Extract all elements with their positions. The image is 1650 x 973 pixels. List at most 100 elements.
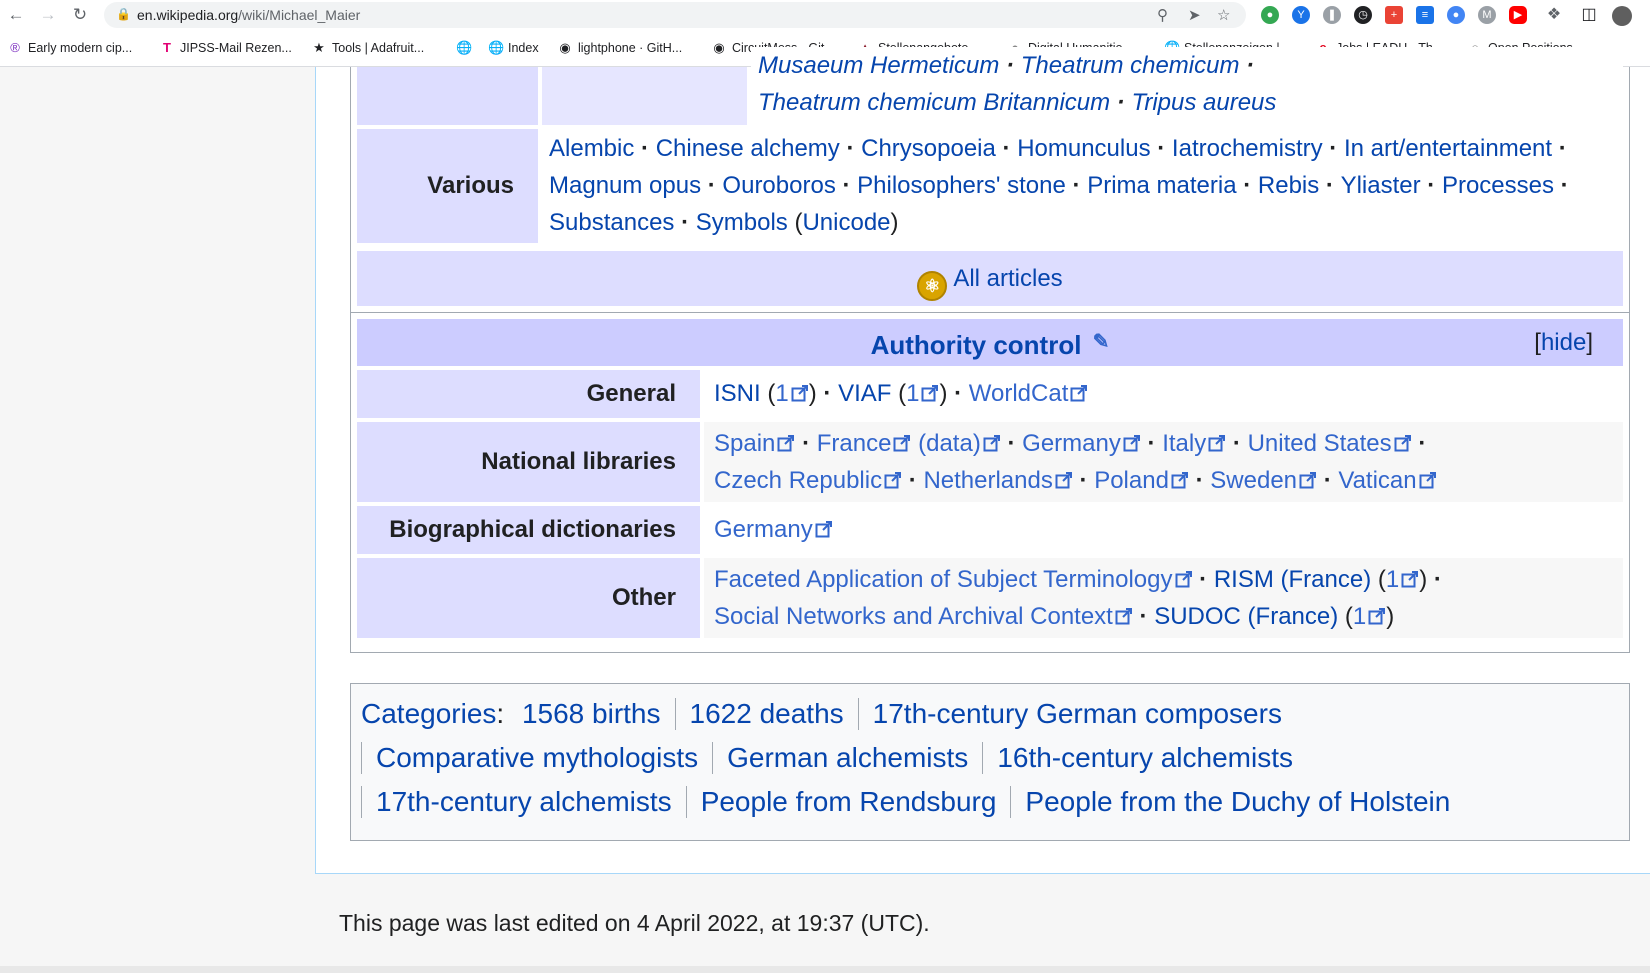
national-library-link[interactable]: United States xyxy=(1248,430,1392,457)
navbox-link[interactable]: Theatrum chemicum Britannicum xyxy=(758,89,1110,116)
clock-icon[interactable]: ◷ xyxy=(1354,6,1372,24)
national-library-link[interactable]: Italy xyxy=(1162,430,1206,457)
extension-icon[interactable]: ● xyxy=(1447,6,1465,24)
external-link-icon xyxy=(1055,463,1073,489)
external-link-icon xyxy=(1070,371,1088,402)
authority-list-national: Spain · France (data) · Germany · Italy … xyxy=(704,422,1623,502)
national-library-link[interactable]: Vatican xyxy=(1338,467,1416,494)
url-text[interactable]: en.wikipedia.org/wiki/Michael_Maier xyxy=(137,7,360,23)
reload-icon[interactable]: ↻ xyxy=(70,5,90,25)
external-link[interactable]: 1 xyxy=(906,380,919,407)
national-library-link[interactable]: Czech Republic xyxy=(714,467,882,494)
rism-link[interactable]: RISM (France) xyxy=(1214,566,1371,593)
external-link-icon xyxy=(791,371,809,402)
biographical-link[interactable]: Germany xyxy=(714,516,813,543)
navbox-link[interactable]: Theatrum chemicum xyxy=(1021,52,1240,79)
external-link-icon xyxy=(921,371,939,402)
category-link[interactable]: 1568 births xyxy=(512,698,675,730)
isni-link[interactable]: ISNI xyxy=(714,380,761,407)
send-icon[interactable]: ➤ xyxy=(1188,6,1201,24)
authority-list-other: Faceted Application of Subject Terminolo… xyxy=(704,558,1623,638)
pause-icon[interactable]: ❚ xyxy=(1323,6,1341,24)
external-link-icon xyxy=(1394,426,1412,452)
navbox-link[interactable]: Prima materia xyxy=(1087,172,1236,199)
navbox-link[interactable]: Philosophers' stone xyxy=(857,172,1066,199)
external-link[interactable]: 1 xyxy=(1353,603,1366,630)
sidepanel-icon[interactable]: ◫ xyxy=(1580,6,1598,24)
bookmark-item[interactable]: ◉ lightphone · GitH... xyxy=(558,40,682,56)
navbox-link[interactable]: Magnum opus xyxy=(549,172,701,199)
youtube-icon[interactable]: ▶ xyxy=(1509,6,1527,24)
address-bar[interactable]: 🔒 en.wikipedia.org/wiki/Michael_Maier ⚲ … xyxy=(104,2,1246,28)
national-library-link[interactable]: Netherlands xyxy=(923,467,1052,494)
authority-control-title[interactable]: Authority control xyxy=(871,330,1082,360)
external-link-icon xyxy=(1208,426,1226,452)
bookmark-item[interactable]: ® Early modern cip... xyxy=(8,40,132,55)
navbox-link[interactable]: Alembic xyxy=(549,135,634,162)
navbox-link[interactable]: Unicode xyxy=(802,209,890,236)
category-link[interactable]: 16th-century alchemists xyxy=(982,742,1307,774)
authority-list-biographical: Germany xyxy=(704,506,1623,554)
category-link[interactable]: People from the Duchy of Holstein xyxy=(1010,786,1464,818)
category-link[interactable]: German alchemists xyxy=(712,742,982,774)
all-articles-link[interactable]: All articles xyxy=(953,265,1062,292)
category-link[interactable]: People from Rendsburg xyxy=(685,786,1011,818)
external-link[interactable]: 1 xyxy=(1386,566,1399,593)
navbox-link[interactable]: Chrysopoeia xyxy=(861,135,996,162)
forward-icon[interactable]: → xyxy=(38,5,58,25)
bookmark-item[interactable]: T JIPSS-Mail Rezen... xyxy=(160,40,292,55)
navbox-link[interactable]: Homunculus xyxy=(1017,135,1150,162)
navbox-link[interactable]: Rebis xyxy=(1258,172,1319,199)
national-library-link[interactable]: France xyxy=(817,430,892,457)
puzzle-icon[interactable]: ❖ xyxy=(1545,6,1563,24)
national-library-link[interactable]: Poland xyxy=(1094,467,1169,494)
pencil-icon[interactable]: ✎ xyxy=(1093,331,1110,353)
extension-icon[interactable]: M xyxy=(1478,6,1496,24)
navbox-link[interactable]: Tripus aureus xyxy=(1131,89,1276,116)
categories-line: Comparative mythologists German alchemist… xyxy=(361,742,1307,774)
categories-label[interactable]: Categories xyxy=(361,698,496,729)
bookmark-item[interactable]: 🌐 Index xyxy=(488,40,539,56)
national-library-link[interactable]: Spain xyxy=(714,430,775,457)
navbox-list-various: Alembic · Chinese alchemy · Chrysopoeia … xyxy=(542,129,1623,243)
navbox-link[interactable]: Processes xyxy=(1442,172,1554,199)
national-library-link[interactable]: Germany xyxy=(1022,430,1121,457)
list-icon[interactable]: ≡ xyxy=(1416,6,1434,24)
navbox-link[interactable]: Chinese alchemy xyxy=(656,135,840,162)
navbox-link[interactable]: Ouroboros xyxy=(722,172,835,199)
national-library-link[interactable]: (data) xyxy=(918,430,981,457)
back-icon[interactable]: ← xyxy=(6,5,26,25)
bookmark-item[interactable]: ★ Tools | Adafruit... xyxy=(312,40,424,56)
snac-link[interactable]: Social Networks and Archival Context xyxy=(714,603,1113,630)
extension-icon[interactable]: ● xyxy=(1261,6,1279,24)
category-link[interactable]: 17th-century German composers xyxy=(857,698,1296,730)
external-link[interactable]: 1 xyxy=(775,380,788,407)
hide-toggle[interactable]: [hide] xyxy=(1534,319,1593,366)
zoom-icon[interactable]: ⚲ xyxy=(1157,6,1168,24)
fast-link[interactable]: Faceted Application of Subject Terminolo… xyxy=(714,566,1173,593)
authority-group-national: National libraries xyxy=(357,422,700,502)
navbox-link[interactable]: Substances xyxy=(549,209,674,236)
avatar[interactable] xyxy=(1612,6,1632,26)
left-sidebar xyxy=(0,67,316,973)
category-link[interactable]: 1622 deaths xyxy=(674,698,858,730)
category-link[interactable]: Comparative mythologists xyxy=(361,742,712,774)
navbox-link[interactable]: Iatrochemistry xyxy=(1172,135,1323,162)
bookmark-item[interactable]: 🌐 xyxy=(456,40,476,56)
navbox-divider xyxy=(351,312,1629,313)
external-link-icon xyxy=(893,426,911,452)
extension-icon[interactable]: + xyxy=(1385,6,1403,24)
navbox-link[interactable]: In art/entertainment xyxy=(1344,135,1552,162)
authority-group-other: Other xyxy=(357,558,700,638)
category-link[interactable]: 17th-century alchemists xyxy=(361,786,686,818)
extension-icon[interactable]: Y xyxy=(1292,6,1310,24)
external-link-icon xyxy=(777,426,795,452)
viaf-link[interactable]: VIAF xyxy=(838,380,891,407)
bookmark-star-icon[interactable]: ☆ xyxy=(1217,6,1230,24)
navbox-link[interactable]: Yliaster xyxy=(1341,172,1421,199)
navbox-link[interactable]: Musaeum Hermeticum xyxy=(758,52,999,79)
sudoc-link[interactable]: SUDOC (France) xyxy=(1154,603,1338,630)
navbox-link[interactable]: Symbols xyxy=(696,209,788,236)
national-library-link[interactable]: Sweden xyxy=(1210,467,1297,494)
worldcat-link[interactable]: WorldCat xyxy=(969,380,1069,407)
